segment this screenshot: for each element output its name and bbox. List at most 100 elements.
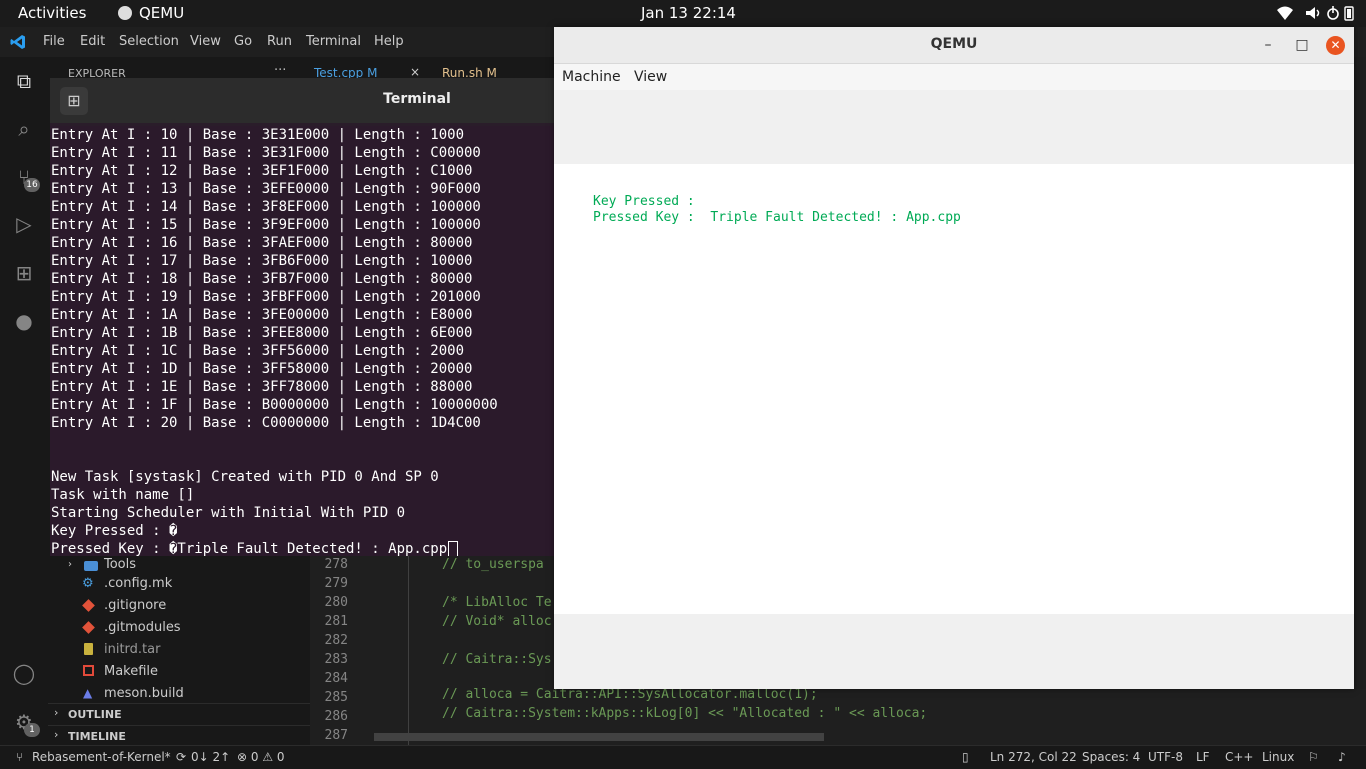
activities-button[interactable]: Activities — [18, 4, 86, 22]
menu-terminal[interactable]: Terminal — [306, 34, 361, 49]
menu-edit[interactable]: Edit — [80, 34, 105, 49]
clock-button[interactable]: Jan 13 22:14 — [641, 4, 736, 22]
file-item-tools[interactable]: › Tools — [68, 557, 308, 577]
status-problems[interactable]: ⊗ 0 ⚠ 0 — [237, 750, 285, 764]
terminal-line: Key Pressed : � — [51, 523, 178, 539]
app-menu-button[interactable]: QEMU — [139, 4, 184, 22]
close-icon[interactable]: ✕ — [1326, 36, 1345, 55]
menu-go[interactable]: Go — [234, 34, 252, 49]
minimize-icon[interactable]: – — [1258, 36, 1278, 54]
status-spaces[interactable]: Spaces: 4 — [1082, 750, 1140, 764]
chevron-right-icon: › — [54, 728, 59, 741]
explorer-icon[interactable]: ⧉ — [12, 69, 36, 93]
line-number: 278 — [324, 557, 348, 572]
qemu-titlebar: QEMU – □ ✕ — [554, 27, 1354, 64]
file-name: .config.mk — [104, 576, 173, 591]
code-line: // Caitra::Sys — [442, 652, 552, 667]
status-sync[interactable]: 0↓ 2↑ — [191, 750, 230, 764]
terminal-line: Entry At I : 1E | Base : 3FF78000 | Leng… — [51, 379, 473, 395]
terminal-line: Entry At I : 10 | Base : 3E31E000 | Leng… — [51, 127, 465, 143]
menu-view[interactable]: View — [190, 34, 221, 49]
outline-section[interactable]: › OUTLINE — [48, 703, 310, 726]
status-encoding[interactable]: UTF-8 — [1148, 750, 1183, 764]
run-debug-icon[interactable]: ▷ — [12, 212, 36, 236]
explorer-more-icon[interactable]: ··· — [274, 63, 286, 78]
status-eol[interactable]: LF — [1196, 750, 1210, 764]
terminal-line: Entry At I : 11 | Base : 3E31F000 | Leng… — [51, 145, 481, 161]
battery-icon[interactable] — [1340, 5, 1358, 21]
editor-tab-bar: Test.cpp M × Run.sh M — [310, 57, 554, 80]
qemu-screen-line: Key Pressed : — [593, 194, 695, 209]
folder-icon — [84, 561, 98, 571]
line-number: 280 — [324, 595, 348, 610]
timeline-label: TIMELINE — [68, 730, 126, 743]
bell-icon[interactable]: ♪ — [1338, 750, 1346, 764]
meson-file-icon: ▲ — [83, 686, 93, 700]
activity-bar: ⧉ ⌕ ⑂ 16 ▷ ⊞ ● ◯ ⚙ 1 — [0, 57, 48, 745]
file-item-gitmodules[interactable]: .gitmodules — [82, 619, 302, 639]
indent-guide — [408, 555, 409, 745]
file-item-config-mk[interactable]: ⚙ .config.mk — [82, 575, 302, 595]
qemu-display[interactable]: Key Pressed : Pressed Key : Triple Fault… — [554, 164, 1354, 614]
terminal-line: Entry At I : 14 | Base : 3F8EF000 | Leng… — [51, 199, 481, 215]
status-platform[interactable]: Linux — [1262, 750, 1294, 764]
status-language[interactable]: C++ — [1225, 750, 1254, 764]
search-icon[interactable]: ⌕ — [12, 117, 36, 141]
file-name: .gitignore — [104, 598, 167, 613]
terminal-line: Entry At I : 19 | Base : 3FBFF000 | Leng… — [51, 289, 481, 305]
gnome-top-bar: Activities QEMU Jan 13 22:14 — [0, 0, 1366, 27]
line-number: 279 — [324, 576, 348, 591]
close-icon[interactable]: × — [410, 65, 420, 79]
qemu-window-title: QEMU — [930, 36, 978, 52]
terminal-line: Entry At I : 13 | Base : 3EFE0000 | Leng… — [51, 181, 481, 197]
line-number-gutter: 278 279 280 281 282 283 284 285 286 287 — [310, 555, 374, 745]
file-item-meson-build[interactable]: ▲ meson.build — [82, 685, 302, 705]
speaker-icon[interactable] — [1304, 5, 1322, 21]
menu-selection[interactable]: Selection — [119, 34, 179, 49]
terminal-line: Entry At I : 12 | Base : 3EF1F000 | Leng… — [51, 163, 473, 179]
maximize-icon[interactable]: □ — [1292, 36, 1312, 54]
terminal-line: Entry At I : 15 | Base : 3F9EF000 | Leng… — [51, 217, 481, 233]
qemu-app-icon — [118, 6, 132, 20]
terminal-line: Entry At I : 1A | Base : 3FE00000 | Leng… — [51, 307, 473, 323]
file-name: Tools — [104, 557, 137, 572]
layout-icon[interactable]: ▯ — [962, 750, 969, 764]
menu-machine[interactable]: Machine — [562, 69, 621, 85]
terminal-window[interactable]: ⊞ Terminal Entry At I : 10 | Base : 3E31… — [50, 78, 554, 556]
terminal-line: Entry At I : 18 | Base : 3FB7F000 | Leng… — [51, 271, 473, 287]
terminal-line: Task with name [] — [51, 487, 195, 503]
qemu-window[interactable]: QEMU – □ ✕ Machine View Key Pressed : Pr… — [554, 27, 1354, 689]
file-name: .gitmodules — [104, 620, 181, 635]
github-icon[interactable]: ● — [12, 309, 36, 333]
menu-run[interactable]: Run — [267, 34, 292, 49]
wifi-icon[interactable] — [1276, 5, 1294, 21]
file-name: initrd.tar — [104, 642, 161, 657]
git-file-icon — [82, 621, 95, 634]
status-branch[interactable]: Rebasement-of-Kernel* — [32, 750, 171, 764]
status-position[interactable]: Ln 272, Col 22 — [990, 750, 1077, 764]
outline-label: OUTLINE — [68, 708, 122, 721]
status-bar: ⑂ Rebasement-of-Kernel* ⟳ 0↓ 2↑ ⊗ 0 ⚠ 0 … — [0, 745, 1366, 769]
horizontal-scrollbar[interactable] — [374, 733, 824, 741]
file-item-initrd-tar[interactable]: initrd.tar — [82, 641, 302, 661]
terminal-line: Starting Scheduler with Initial With PID… — [51, 505, 406, 521]
terminal-header: ⊞ Terminal — [50, 78, 554, 123]
file-item-makefile[interactable]: Makefile — [82, 663, 302, 683]
terminal-line: Entry At I : 20 | Base : C0000000 | Leng… — [51, 415, 481, 431]
file-name: Makefile — [104, 664, 159, 679]
menu-file[interactable]: File — [43, 34, 65, 49]
extensions-icon[interactable]: ⊞ — [12, 261, 36, 285]
file-item-gitignore[interactable]: .gitignore — [82, 597, 302, 617]
line-number: 286 — [324, 709, 348, 724]
git-file-icon — [82, 599, 95, 612]
menu-view[interactable]: View — [634, 69, 667, 85]
feedback-icon[interactable]: ⚐ — [1308, 750, 1319, 764]
sync-icon: ⟳ — [176, 750, 187, 764]
accounts-icon[interactable]: ◯ — [12, 661, 36, 685]
menu-help[interactable]: Help — [374, 34, 404, 49]
code-editor-overflow[interactable]: // alloca = Caitra::API::SysAllocator.ma… — [374, 687, 1366, 745]
chevron-right-icon: › — [54, 706, 59, 719]
terminal-output[interactable]: Entry At I : 10 | Base : 3E31E000 | Leng… — [50, 126, 554, 556]
file-name: meson.build — [104, 686, 184, 701]
